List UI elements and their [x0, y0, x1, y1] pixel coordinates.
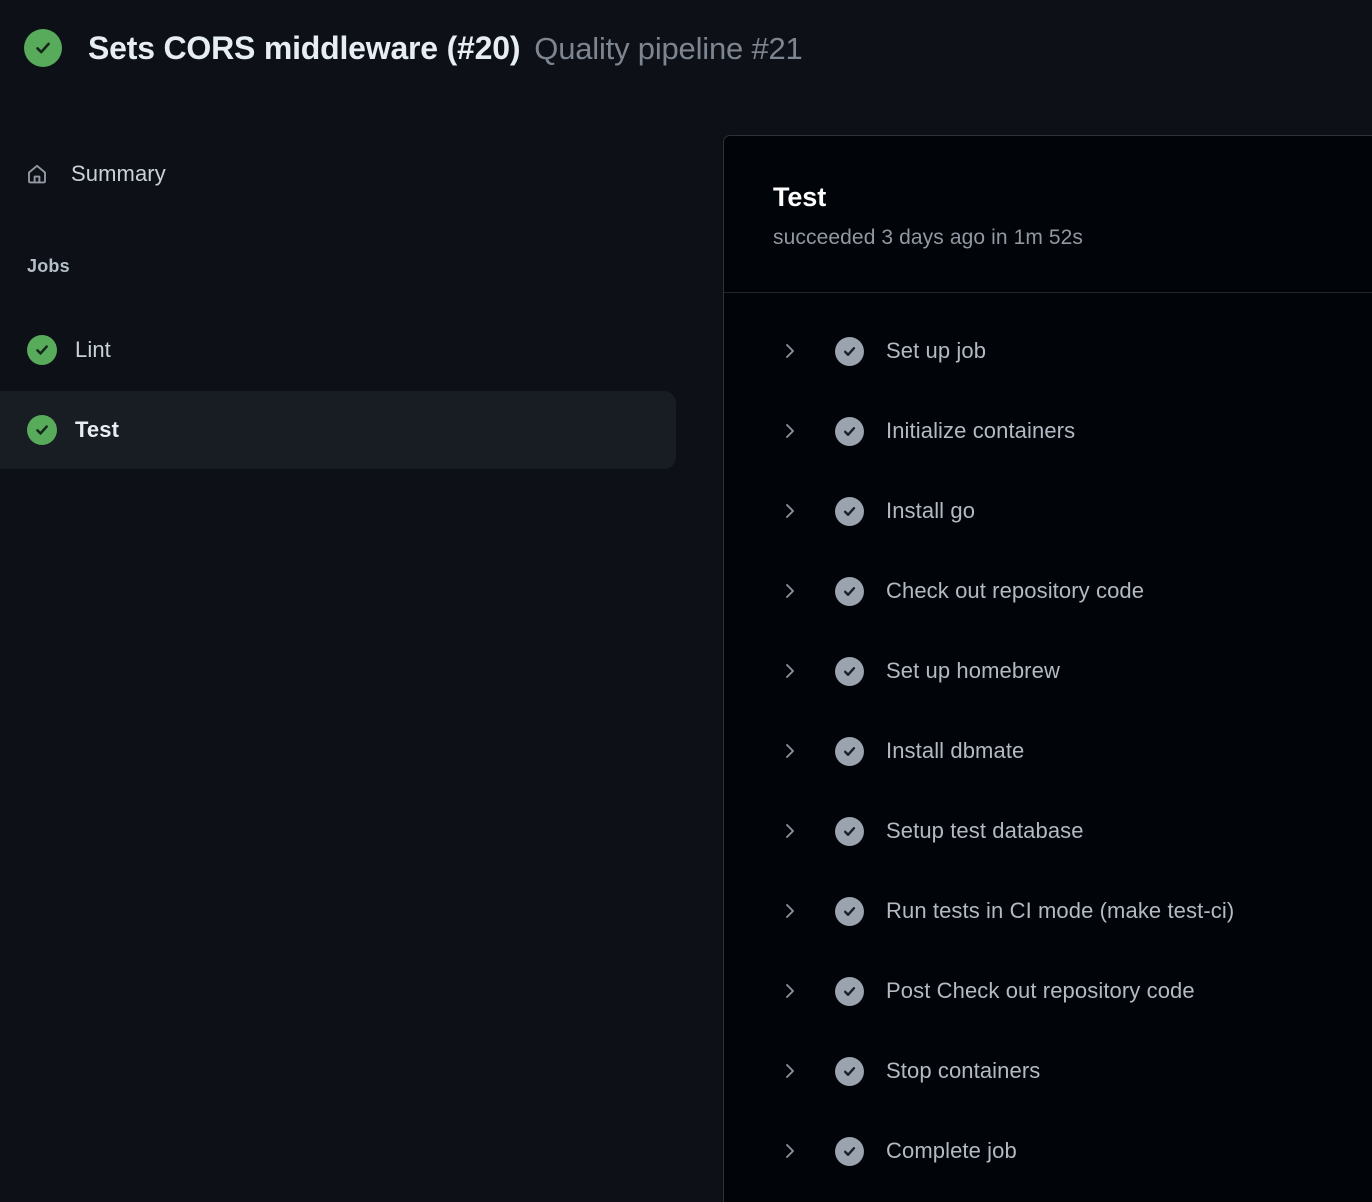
check-circle-icon [835, 416, 864, 446]
sidebar-item-lint[interactable]: Lint [0, 311, 676, 389]
step-row[interactable]: Complete job [724, 1111, 1372, 1191]
job-detail-header: Test succeeded 3 days ago in 1m 52s [724, 136, 1372, 293]
step-label: Post Check out repository code [886, 978, 1195, 1003]
chevron-right-icon[interactable] [780, 899, 800, 923]
step-label: Stop containers [886, 1058, 1041, 1083]
sidebar-item-test[interactable]: Test [0, 391, 676, 469]
check-circle-icon [835, 1056, 864, 1086]
step-label: Run tests in CI mode (make test-ci) [886, 898, 1235, 923]
check-circle-icon [24, 29, 62, 67]
page-subtitle: Quality pipeline #21 [534, 30, 803, 66]
home-icon [24, 161, 50, 187]
check-circle-icon [835, 656, 864, 686]
check-circle-icon [835, 736, 864, 766]
header-title-group: Sets CORS middleware (#20) Quality pipel… [88, 30, 803, 67]
sidebar-item-label: Test [75, 417, 120, 442]
page-title: Sets CORS middleware (#20) [88, 29, 521, 66]
sidebar-item-summary[interactable]: Summary [0, 148, 676, 200]
check-circle-icon [835, 336, 864, 366]
job-status-text: succeeded 3 days ago in 1m 52s [773, 226, 1084, 249]
chevron-right-icon[interactable] [780, 1139, 800, 1163]
chevron-right-icon[interactable] [780, 579, 800, 603]
check-circle-icon [835, 896, 864, 926]
step-label: Set up job [886, 338, 987, 363]
chevron-right-icon[interactable] [780, 1059, 800, 1083]
workflow-run-page: Sets CORS middleware (#20) Quality pipel… [0, 0, 1372, 1202]
chevron-right-icon[interactable] [780, 819, 800, 843]
page-header: Sets CORS middleware (#20) Quality pipel… [0, 0, 1372, 96]
step-row[interactable]: Initialize containers [724, 391, 1372, 471]
check-circle-icon [835, 1136, 864, 1166]
step-label: Install go [886, 498, 976, 523]
chevron-right-icon[interactable] [780, 659, 800, 683]
check-circle-icon [27, 335, 57, 365]
chevron-right-icon[interactable] [780, 339, 800, 363]
check-circle-icon [27, 415, 57, 445]
step-row[interactable]: Check out repository code [724, 551, 1372, 631]
step-row[interactable]: Set up job [724, 311, 1372, 391]
check-circle-icon [835, 576, 864, 606]
check-circle-icon [835, 496, 864, 526]
job-title: Test [773, 182, 827, 212]
job-detail-panel: Test succeeded 3 days ago in 1m 52s Set … [723, 135, 1372, 1202]
step-label: Complete job [886, 1138, 1017, 1163]
sidebar: Summary Jobs Lint Test [0, 128, 700, 1202]
chevron-right-icon[interactable] [780, 499, 800, 523]
step-row[interactable]: Set up homebrew [724, 631, 1372, 711]
check-circle-icon [835, 816, 864, 846]
step-row[interactable]: Run tests in CI mode (make test-ci) [724, 871, 1372, 951]
step-row[interactable]: Install dbmate [724, 711, 1372, 791]
sidebar-item-label: Lint [75, 337, 111, 362]
chevron-right-icon[interactable] [780, 979, 800, 1003]
job-steps-list: Set up job Initialize containers Install… [724, 293, 1372, 1191]
step-row[interactable]: Stop containers [724, 1031, 1372, 1111]
step-row[interactable]: Post Check out repository code [724, 951, 1372, 1031]
chevron-right-icon[interactable] [780, 419, 800, 443]
step-label: Set up homebrew [886, 658, 1060, 683]
step-label: Check out repository code [886, 578, 1145, 603]
jobs-section-heading: Jobs [27, 256, 70, 276]
step-row[interactable]: Install go [724, 471, 1372, 551]
step-label: Install dbmate [886, 738, 1025, 763]
chevron-right-icon[interactable] [780, 739, 800, 763]
step-label: Initialize containers [886, 418, 1076, 443]
step-row[interactable]: Setup test database [724, 791, 1372, 871]
step-label: Setup test database [886, 818, 1084, 843]
check-circle-icon [835, 976, 864, 1006]
sidebar-item-label: Summary [71, 161, 166, 186]
